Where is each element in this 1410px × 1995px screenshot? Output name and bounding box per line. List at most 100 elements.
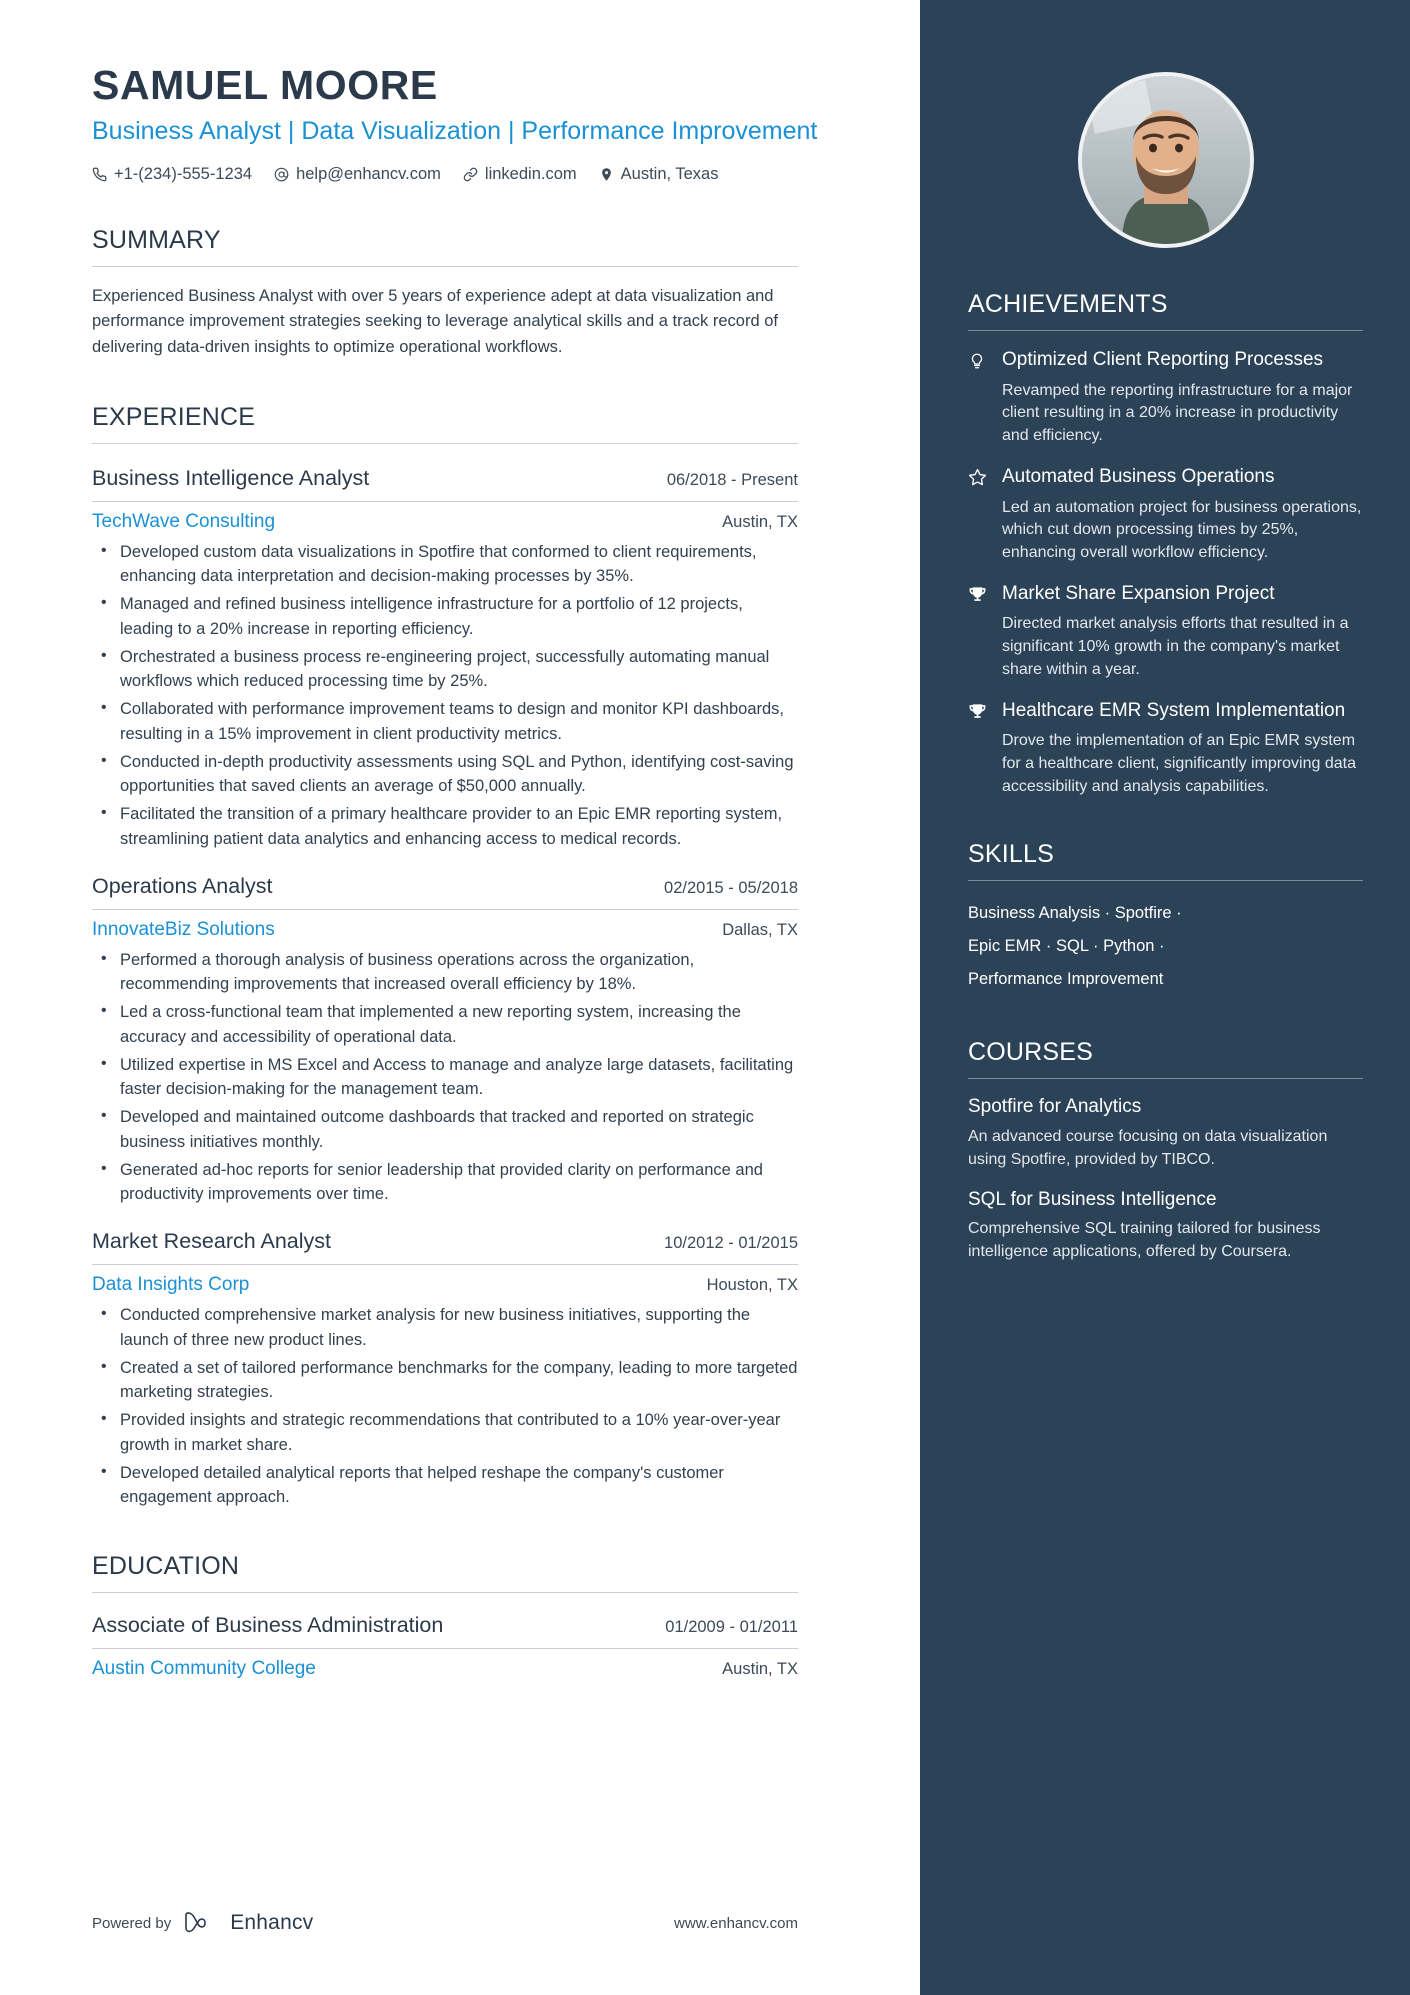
job-header: Operations Analyst 02/2015 - 05/2018	[92, 874, 798, 910]
course-name: Spotfire for Analytics	[968, 1096, 1142, 1118]
contact-email-text: help@enhancv.com	[296, 164, 441, 183]
job-bullet: Managed and refined business intelligenc…	[92, 591, 798, 642]
summary-title: SUMMARY	[92, 226, 798, 267]
achievement-title: Market Share Expansion Project	[1002, 582, 1275, 604]
skills-title: SKILLS	[968, 840, 1363, 882]
job-header: Business Intelligence Analyst 06/2018 - …	[92, 466, 798, 502]
job-subheader: InnovateBiz Solutions Dallas, TX	[92, 919, 798, 941]
resume-sidebar: ACHIEVEMENTS Optimized Client Reporting …	[920, 0, 1410, 1995]
job-bullets: Developed custom data visualizations in …	[92, 539, 798, 852]
job-bullet: Performed a thorough analysis of busines…	[92, 947, 798, 998]
education-subheader: Austin Community College Austin, TX	[92, 1658, 798, 1680]
job-company: Data Insights Corp	[92, 1274, 250, 1296]
job-bullet: Conducted in-depth productivity assessme…	[92, 749, 798, 800]
job-title: Market Research Analyst	[92, 1229, 331, 1254]
avatar	[1077, 72, 1254, 248]
star-icon	[968, 465, 988, 565]
education-degree: Associate of Business Administration	[92, 1613, 444, 1638]
achievement-body: Optimized Client Reporting Processes Rev…	[1002, 348, 1363, 448]
link-icon	[463, 167, 478, 182]
job-subheader: Data Insights Corp Houston, TX	[92, 1274, 798, 1296]
achievement-item: Automated Business Operations Led an aut…	[968, 465, 1363, 565]
job-date: 10/2012 - 01/2015	[664, 1234, 798, 1253]
job-subheader: TechWave Consulting Austin, TX	[92, 511, 798, 533]
summary-section: SUMMARY Experienced Business Analyst wit…	[92, 226, 920, 361]
contact-phone: +1-(234)-555-1234	[92, 165, 252, 184]
achievement-title: Healthcare EMR System Implementation	[1002, 699, 1346, 721]
contact-email: help@enhancv.com	[274, 165, 441, 184]
page-title: SAMUEL MOORE	[92, 62, 438, 108]
achievement-title: Optimized Client Reporting Processes	[1002, 349, 1324, 370]
summary-text: Experienced Business Analyst with over 5…	[92, 286, 778, 357]
location-pin-icon	[599, 167, 614, 182]
job-title: Business Intelligence Analyst	[92, 465, 370, 490]
course-item: SQL for Business Intelligence Comprehens…	[968, 1188, 1363, 1264]
job-location: Houston, TX	[706, 1276, 798, 1295]
achievement-item: Healthcare EMR System Implementation Dro…	[968, 699, 1363, 799]
contact-link-text: linkedin.com	[484, 164, 577, 183]
job-location: Austin, TX	[722, 512, 798, 531]
job-bullet: Collaborated with performance improvemen…	[92, 696, 798, 747]
education-title: EDUCATION	[92, 1552, 798, 1594]
achievement-title: Automated Business Operations	[1002, 465, 1275, 487]
page-footer: Powered by Enhancv www.enhancv.com	[92, 1909, 798, 1937]
job-bullet: Facilitated the transition of a primary …	[92, 801, 798, 852]
achievement-body: Market Share Expansion Project Directed …	[1002, 582, 1363, 682]
job-bullets: Performed a thorough analysis of busines…	[92, 947, 798, 1208]
job-bullet: Conducted comprehensive market analysis …	[92, 1302, 798, 1353]
enhancv-logo: Enhancv	[183, 1909, 313, 1937]
experience-entry: Market Research Analyst 10/2012 - 01/201…	[92, 1229, 798, 1510]
contact-phone-text: +1-(234)-555-1234	[114, 164, 253, 183]
experience-title: EXPERIENCE	[92, 403, 798, 444]
footer-website: www.enhancv.com	[674, 1914, 798, 1932]
achievement-body: Automated Business Operations Led an aut…	[1002, 465, 1363, 565]
job-company: InnovateBiz Solutions	[92, 918, 275, 940]
powered-by-label: Powered by	[92, 1914, 172, 1932]
job-title: Operations Analyst	[92, 873, 273, 898]
skills-line: Epic EMR · SQL · Python ·	[968, 937, 1165, 956]
job-bullet: Utilized expertise in MS Excel and Acces…	[92, 1052, 798, 1103]
achievement-item: Market Share Expansion Project Directed …	[968, 582, 1363, 682]
achievement-desc: Directed market analysis efforts that re…	[1002, 615, 1349, 678]
job-location: Dallas, TX	[722, 920, 798, 939]
skills-line: Performance Improvement	[968, 970, 1164, 989]
experience-entry: Business Intelligence Analyst 06/2018 - …	[92, 466, 798, 852]
job-bullet: Developed custom data visualizations in …	[92, 539, 798, 590]
education-section: EDUCATION Associate of Business Administ…	[92, 1552, 920, 1680]
achievement-item: Optimized Client Reporting Processes Rev…	[968, 348, 1363, 448]
skills-list: Business Analysis · Spotfire · Epic EMR …	[968, 897, 1363, 996]
enhancv-wordmark: Enhancv	[230, 1911, 314, 1934]
course-name: SQL for Business Intelligence	[968, 1188, 1217, 1210]
trophy-icon	[968, 699, 988, 799]
phone-icon	[92, 167, 107, 182]
enhancv-mark-icon	[183, 1909, 221, 1937]
contact-location-text: Austin, Texas	[620, 164, 719, 183]
job-date: 02/2015 - 05/2018	[664, 878, 798, 897]
job-company: TechWave Consulting	[92, 510, 276, 532]
trophy-icon	[968, 582, 988, 682]
lightbulb-icon	[968, 348, 988, 448]
job-bullet: Developed detailed analytical reports th…	[92, 1460, 798, 1511]
courses-title: COURSES	[968, 1038, 1363, 1080]
skills-line: Business Analysis · Spotfire ·	[968, 904, 1182, 923]
experience-entry: Operations Analyst 02/2015 - 05/2018 Inn…	[92, 874, 798, 1208]
education-date: 01/2009 - 01/2011	[665, 1618, 798, 1637]
job-header: Market Research Analyst 10/2012 - 01/201…	[92, 1229, 798, 1266]
course-desc: Comprehensive SQL training tailored for …	[968, 1220, 1321, 1260]
professional-headline: Business Analyst | Data Visualization | …	[92, 117, 818, 146]
job-bullet: Created a set of tailored performance be…	[92, 1355, 798, 1406]
avatar-photo	[1081, 76, 1250, 244]
course-item: Spotfire for Analytics An advanced cours…	[968, 1095, 1363, 1171]
education-header: Associate of Business Administration 01/…	[92, 1613, 798, 1650]
contact-link[interactable]: linkedin.com	[463, 165, 577, 184]
contact-row: +1-(234)-555-1234 help@enhancv.com linke…	[92, 165, 920, 184]
resume-main-column: SAMUEL MOORE Business Analyst | Data Vis…	[0, 0, 920, 1995]
education-school: Austin Community College	[92, 1658, 316, 1680]
education-location: Austin, TX	[722, 1660, 798, 1679]
achievement-desc: Revamped the reporting infrastructure fo…	[1002, 381, 1353, 445]
job-bullet: Provided insights and strategic recommen…	[92, 1407, 798, 1458]
resume-page: SAMUEL MOORE Business Analyst | Data Vis…	[0, 0, 1410, 1995]
skills-section: SKILLS Business Analysis · Spotfire · Ep…	[968, 840, 1363, 996]
achievements-section: ACHIEVEMENTS Optimized Client Reporting …	[968, 290, 1363, 798]
education-entry: Associate of Business Administration 01/…	[92, 1613, 798, 1680]
